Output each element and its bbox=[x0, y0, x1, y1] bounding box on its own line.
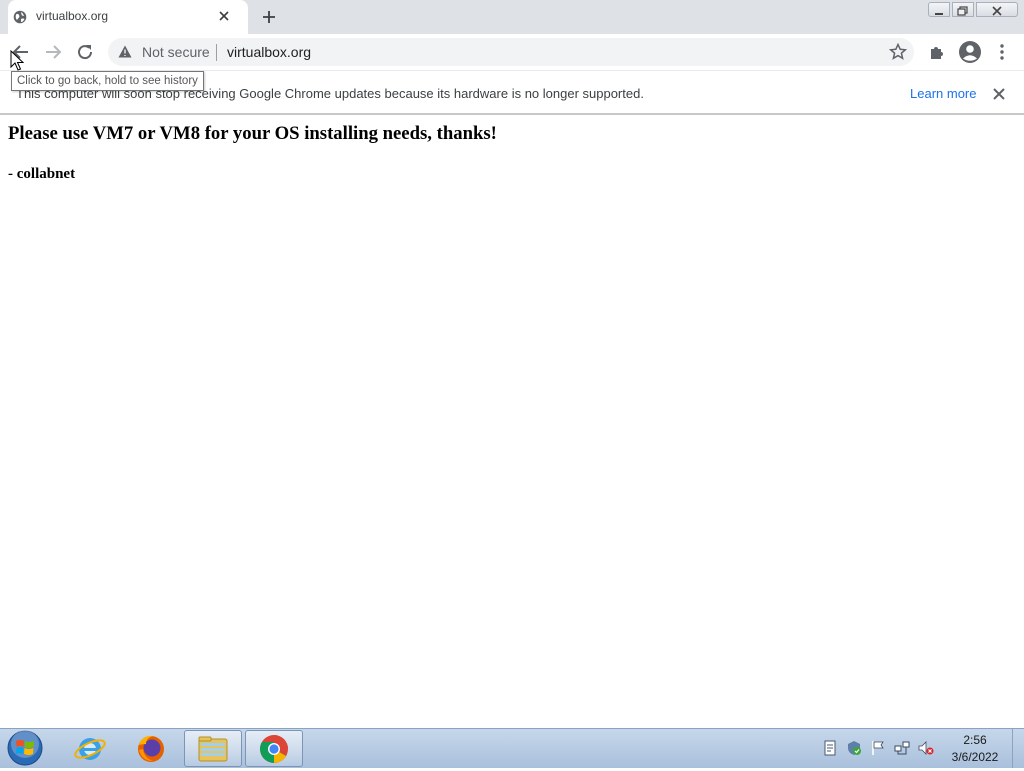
close-infobar-icon[interactable] bbox=[991, 86, 1007, 102]
reload-icon[interactable] bbox=[73, 40, 97, 64]
new-tab-icon[interactable] bbox=[260, 8, 278, 26]
security-status[interactable]: Not secure bbox=[142, 44, 210, 60]
page-heading: Please use VM7 or VM8 for your OS instal… bbox=[8, 123, 497, 144]
clock-time[interactable]: 2:56 bbox=[938, 733, 1012, 747]
close-window-icon bbox=[992, 6, 1002, 16]
taskbar-firefox[interactable] bbox=[122, 730, 180, 767]
taskbar-internet-explorer[interactable] bbox=[61, 730, 119, 767]
tray-security-icon[interactable] bbox=[846, 740, 862, 756]
mouse-cursor-icon bbox=[10, 50, 24, 71]
window-close-button[interactable] bbox=[976, 2, 1018, 17]
show-desktop-button[interactable] bbox=[1012, 729, 1024, 768]
close-tab-icon[interactable] bbox=[216, 8, 232, 24]
more-menu-icon[interactable] bbox=[996, 43, 1008, 61]
forward-arrow-icon[interactable] bbox=[41, 40, 65, 64]
globe-icon bbox=[13, 10, 27, 24]
windows-start-icon[interactable] bbox=[4, 729, 46, 767]
omnibox-divider bbox=[216, 44, 217, 61]
tray-volume-muted-icon[interactable] bbox=[918, 740, 934, 756]
file-explorer-icon bbox=[198, 736, 228, 762]
learn-more-link[interactable]: Learn more bbox=[910, 86, 976, 101]
tab-title: virtualbox.org bbox=[36, 9, 109, 23]
taskbar-file-explorer[interactable] bbox=[184, 730, 242, 767]
page-signoff: - collabnet bbox=[8, 166, 76, 182]
firefox-icon bbox=[138, 735, 164, 762]
restore-button[interactable] bbox=[952, 2, 974, 17]
extensions-puzzle-icon[interactable] bbox=[928, 43, 946, 61]
minimize-icon bbox=[935, 13, 943, 15]
bookmark-star-icon[interactable] bbox=[889, 43, 907, 61]
tray-action-center-flag-icon[interactable] bbox=[870, 740, 886, 756]
tray-network-icon[interactable] bbox=[894, 740, 910, 756]
url-text[interactable]: virtualbox.org bbox=[227, 44, 311, 60]
minimize-button[interactable] bbox=[928, 2, 950, 17]
chrome-icon bbox=[260, 735, 288, 763]
back-button-tooltip: Click to go back, hold to see history bbox=[11, 71, 204, 91]
internet-explorer-icon bbox=[74, 738, 106, 760]
profile-avatar-icon[interactable] bbox=[958, 40, 982, 64]
restore-icon bbox=[957, 6, 968, 16]
clock-date[interactable]: 3/6/2022 bbox=[938, 750, 1012, 764]
taskbar-chrome[interactable] bbox=[245, 730, 303, 767]
tray-notes-icon[interactable] bbox=[822, 740, 838, 756]
warning-icon[interactable] bbox=[118, 45, 132, 58]
